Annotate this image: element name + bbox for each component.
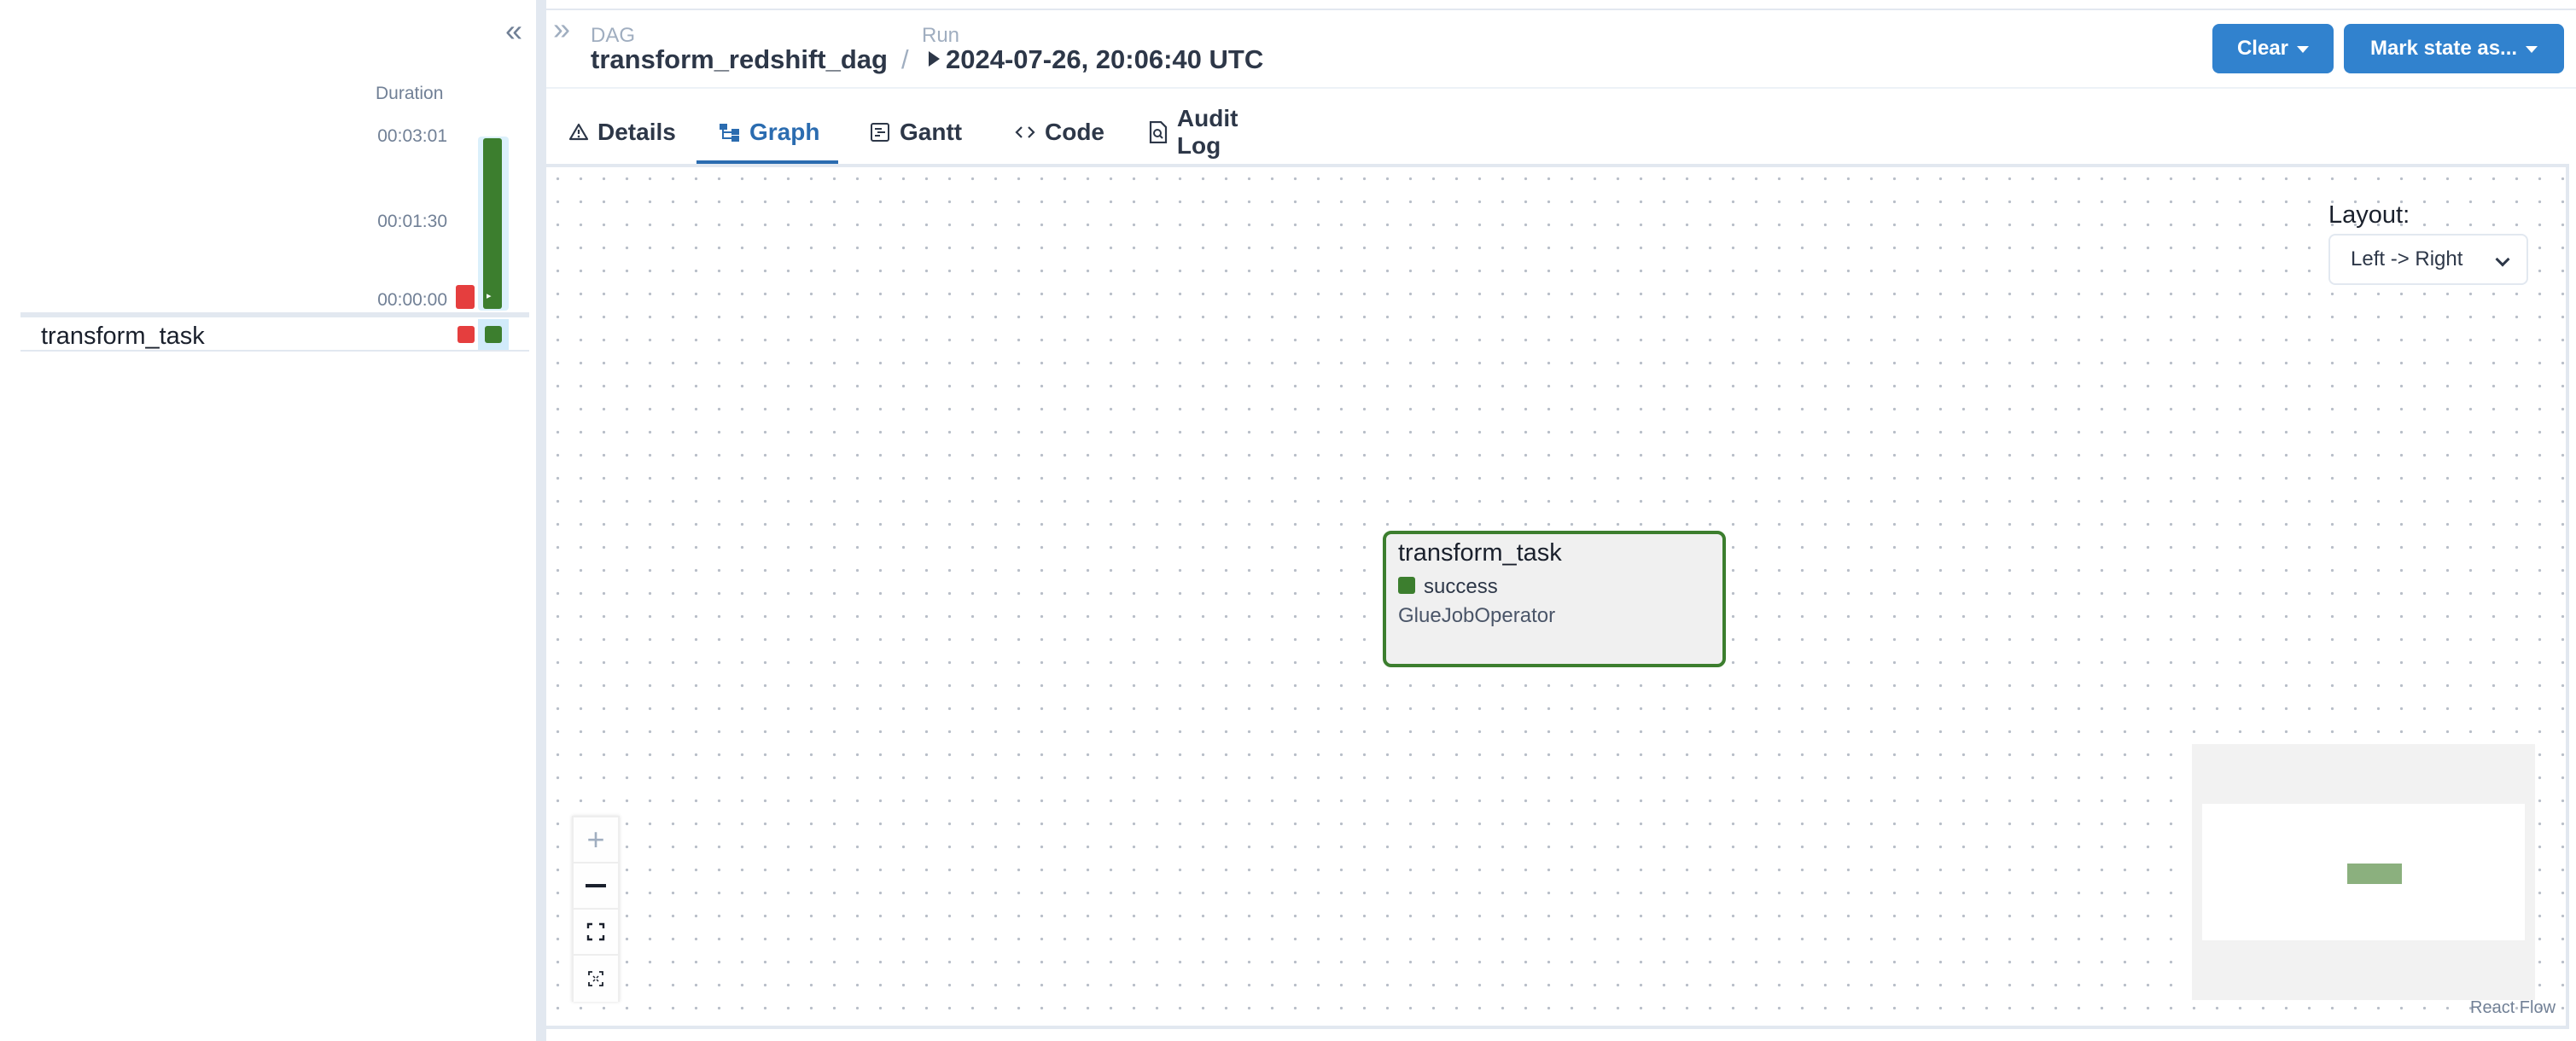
code-icon bbox=[1014, 121, 1036, 143]
airflow-dag-run-view: « Duration 00:03:01 00:01:30 00:00:00 ▸ … bbox=[0, 0, 2576, 1041]
tab-bar: Details Graph Gantt Code Audit Log bbox=[546, 99, 2569, 166]
breadcrumb-dag-id[interactable]: transform_redshift_dag bbox=[591, 44, 888, 75]
task-row-name: transform_task bbox=[41, 323, 205, 350]
clear-button[interactable]: Clear bbox=[2212, 24, 2334, 73]
fit-view-icon bbox=[586, 922, 605, 941]
fullscreen-button[interactable] bbox=[574, 956, 618, 1002]
expand-icon bbox=[588, 971, 603, 986]
tab-code[interactable]: Code bbox=[992, 99, 1120, 166]
manual-trigger-icon: ▸ bbox=[487, 291, 492, 301]
run-duration-bar-success[interactable] bbox=[483, 138, 502, 309]
task-node-operator: GlueJobOperator bbox=[1398, 604, 1556, 627]
fit-view-button[interactable] bbox=[574, 910, 618, 956]
grid-panel: « Duration 00:03:01 00:01:30 00:00:00 ▸ … bbox=[0, 0, 536, 1041]
header-divider bbox=[546, 87, 2576, 89]
task-node[interactable]: transform_task success GlueJobOperator bbox=[1383, 531, 1726, 667]
status-swatch bbox=[1398, 577, 1415, 594]
minimap-node bbox=[2347, 864, 2402, 884]
file-search-icon bbox=[1149, 121, 1169, 143]
tab-gantt-label: Gantt bbox=[900, 119, 963, 145]
clear-button-label: Clear bbox=[2236, 37, 2289, 60]
gantt-icon bbox=[869, 121, 891, 143]
tab-graph-label: Graph bbox=[749, 119, 820, 145]
task-node-name: transform_task bbox=[1398, 539, 1562, 567]
tab-gantt[interactable]: Gantt bbox=[847, 99, 985, 166]
tab-audit-log-label: Audit Log bbox=[1176, 105, 1238, 159]
run-duration-bar-failed[interactable] bbox=[456, 285, 475, 309]
minus-icon bbox=[586, 884, 606, 887]
task-node-state: success bbox=[1424, 575, 1498, 598]
zoom-out-button[interactable] bbox=[574, 864, 618, 910]
task-row[interactable]: transform_task bbox=[20, 319, 529, 352]
collapse-grid-button[interactable]: « bbox=[498, 15, 529, 46]
react-flow-attribution[interactable]: React Flow bbox=[2470, 998, 2556, 1018]
duration-tick-max: 00:03:01 bbox=[377, 126, 447, 146]
expand-panel-button[interactable]: » bbox=[553, 14, 570, 44]
graph-icon bbox=[719, 121, 741, 143]
task-instance-cell-failed[interactable] bbox=[458, 326, 475, 343]
duration-tick-mid: 00:01:30 bbox=[377, 212, 447, 231]
breadcrumb-separator: / bbox=[901, 44, 909, 74]
tab-details-label: Details bbox=[597, 119, 676, 145]
breadcrumb-run-id[interactable]: 2024-07-26, 20:06:40 UTC bbox=[946, 44, 1263, 75]
layout-label: Layout: bbox=[2328, 201, 2410, 229]
minimap[interactable] bbox=[2192, 744, 2535, 1000]
tab-audit-log[interactable]: Audit Log bbox=[1127, 99, 1297, 166]
chevron-down-icon bbox=[2526, 46, 2538, 53]
zoom-in-button[interactable]: + bbox=[574, 817, 618, 864]
mark-state-button-label: Mark state as... bbox=[2369, 37, 2518, 60]
tab-code-label: Code bbox=[1045, 119, 1104, 145]
layout-select-value: Left -> Right bbox=[2351, 247, 2463, 270]
grid-header-separator bbox=[20, 312, 529, 317]
mark-state-button[interactable]: Mark state as... bbox=[2344, 24, 2564, 73]
layout-select[interactable]: Left -> Right bbox=[2328, 234, 2528, 285]
manual-run-icon bbox=[929, 51, 940, 67]
chevron-down-icon bbox=[2495, 252, 2510, 267]
panel-splitter[interactable] bbox=[536, 0, 546, 1041]
plus-icon: + bbox=[586, 822, 605, 857]
duration-label: Duration bbox=[376, 84, 444, 103]
minimap-viewport bbox=[2202, 804, 2525, 940]
task-instance-cell-success[interactable] bbox=[485, 326, 502, 343]
zoom-controls: + bbox=[572, 816, 620, 1002]
tab-graph[interactable]: Graph bbox=[696, 99, 838, 166]
duration-tick-zero: 00:00:00 bbox=[377, 290, 447, 310]
chevron-down-icon bbox=[2297, 46, 2310, 53]
tab-details[interactable]: Details bbox=[546, 99, 690, 166]
alert-triangle-icon bbox=[568, 121, 589, 143]
